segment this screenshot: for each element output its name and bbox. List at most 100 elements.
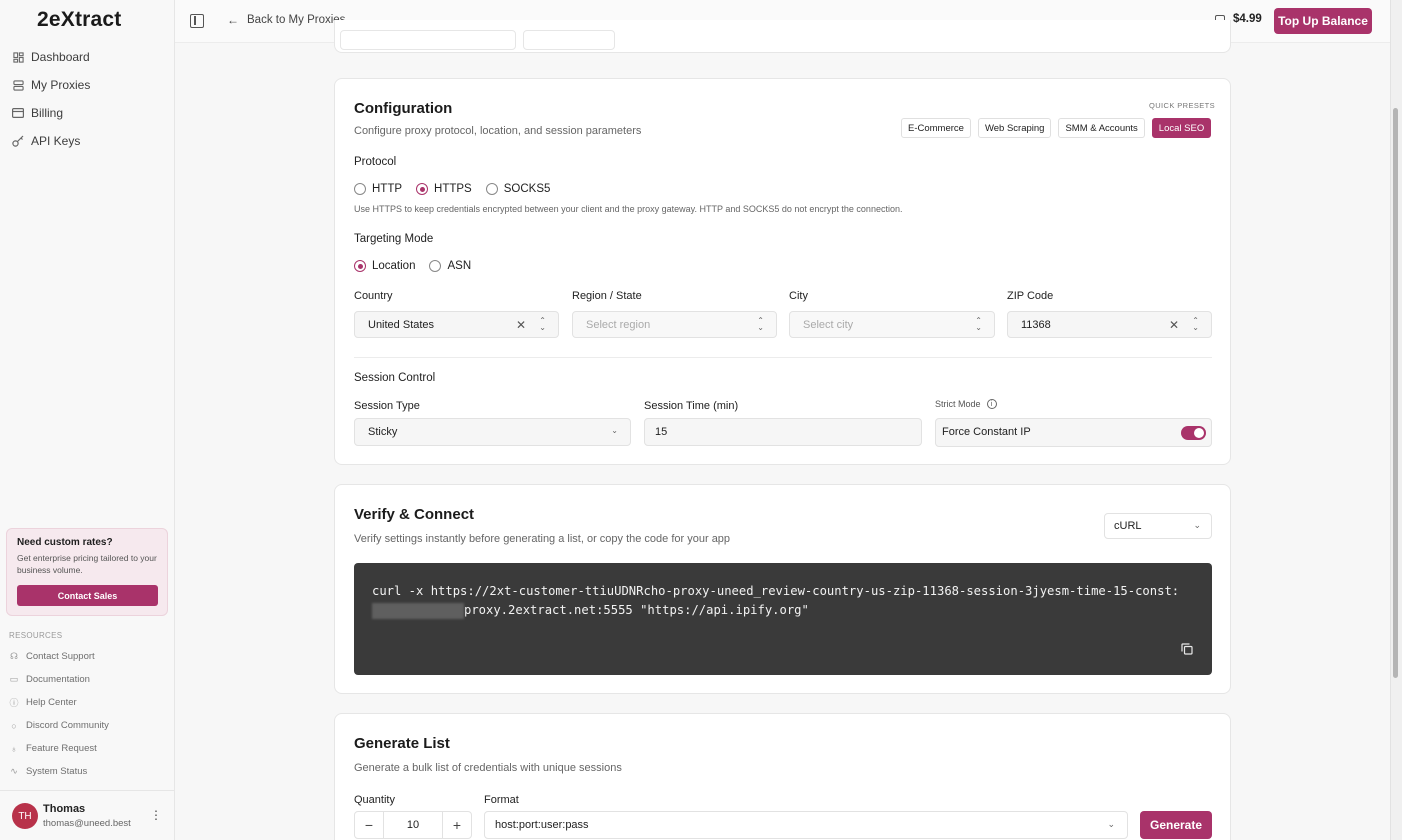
- logo-text: 2eXtract: [37, 8, 122, 31]
- radio-indicator: [485, 183, 498, 195]
- radio-label: SOCKS5: [503, 183, 551, 195]
- quick-presets: E-Commerce Web Scraping SMM & Accounts L…: [901, 118, 1212, 138]
- protocol-https-radio[interactable]: HTTPS: [416, 183, 472, 195]
- region-select[interactable]: Select region ⌃ ⌄: [572, 311, 777, 338]
- resource-label: Help Center: [26, 697, 77, 708]
- resource-discord-community[interactable]: ○ Discord Community: [9, 717, 167, 734]
- code-block: curl -x https://2xt-customer-ttiuUDNRcho…: [354, 563, 1212, 675]
- preset-smm-accounts[interactable]: SMM & Accounts: [1058, 118, 1145, 138]
- quantity-input[interactable]: 10: [383, 812, 443, 838]
- decrement-button[interactable]: −: [355, 812, 383, 838]
- resource-documentation[interactable]: ▭ Documentation: [9, 671, 167, 688]
- resources-list: ☊ Contact Support ▭ Documentation ⓘ Help Ce…: [9, 648, 167, 786]
- logo[interactable]: 2eXtract: [37, 8, 121, 32]
- info-icon[interactable]: i: [986, 399, 997, 409]
- chevrons-up-down-icon: ⌃ ⌄: [975, 316, 982, 332]
- targeting-mode-label: Targeting Mode: [354, 233, 434, 245]
- preset-web-scraping[interactable]: Web Scraping: [977, 118, 1052, 138]
- chevrons-up-down-icon: ⌃ ⌄: [757, 316, 764, 332]
- radio-indicator: [416, 183, 429, 195]
- previous-field: [340, 30, 516, 50]
- chevrons-up-down-icon: ⌃ ⌄: [539, 316, 546, 332]
- sidebar-item-label: Dashboard: [31, 50, 90, 64]
- format-value: host:port:user:pass: [495, 819, 589, 831]
- quick-presets-label: QUICK PRESETS: [1149, 101, 1216, 110]
- resource-help-center[interactable]: ⓘ Help Center: [9, 694, 167, 711]
- resource-label: Discord Community: [26, 720, 109, 731]
- protocol-http-radio[interactable]: HTTP: [354, 183, 402, 195]
- custom-rates-promo: Need custom rates? Get enterprise pricin…: [6, 528, 168, 616]
- protocol-socks5-radio[interactable]: SOCKS5: [485, 183, 551, 195]
- country-select[interactable]: United States ✕ ⌃ ⌄: [354, 311, 559, 338]
- lightbulb-icon: ♁: [10, 743, 18, 754]
- code-language-select[interactable]: cURL ⌄: [1104, 513, 1212, 539]
- targeting-location-radio[interactable]: Location: [354, 260, 415, 272]
- session-type-label: Session Type: [354, 400, 420, 412]
- verify-title: Verify & Connect: [354, 506, 475, 523]
- increment-button[interactable]: +: [443, 812, 471, 838]
- copy-icon[interactable]: [1181, 643, 1193, 655]
- clear-icon[interactable]: ✕: [516, 318, 526, 332]
- clear-icon[interactable]: ✕: [1169, 318, 1179, 332]
- zip-code-value: 11368: [1021, 318, 1051, 331]
- sidebar-toggle-icon[interactable]: [190, 14, 204, 28]
- back-label: Back to My Proxies: [247, 14, 346, 26]
- generate-button[interactable]: Generate: [1140, 811, 1212, 839]
- protocol-hint: Use HTTPS to keep credentials encrypted …: [354, 204, 903, 214]
- protocol-radio-group: HTTP HTTPS SOCKS5: [354, 183, 564, 195]
- session-control-heading: Session Control: [354, 372, 436, 384]
- configuration-card: Configuration Configure proxy protocol, …: [334, 78, 1231, 465]
- contact-sales-button[interactable]: Contact Sales: [17, 585, 158, 606]
- resources-heading: RESOURCES: [9, 631, 63, 640]
- sidebar-item-api-keys[interactable]: API Keys: [12, 130, 164, 152]
- user-name: Thomas: [43, 803, 86, 815]
- code-part: curl -x https://2xt-customer-ttiuUDNRcho…: [372, 584, 1180, 598]
- more-vertical-icon[interactable]: ⋮: [150, 808, 162, 822]
- force-constant-ip-switch[interactable]: [1181, 426, 1206, 440]
- resource-feature-request[interactable]: ♁ Feature Request: [9, 740, 167, 757]
- country-value: United States: [368, 318, 435, 331]
- radio-label: HTTPS: [434, 183, 472, 195]
- resource-label: System Status: [26, 766, 88, 777]
- resource-contact-support[interactable]: ☊ Contact Support: [9, 648, 167, 665]
- city-select[interactable]: Select city ⌃ ⌄: [789, 311, 995, 338]
- arrow-left-icon: ←: [227, 13, 239, 27]
- chat-icon: ○: [11, 720, 17, 731]
- preset-e-commerce[interactable]: E-Commerce: [901, 118, 971, 138]
- radio-indicator: [354, 260, 366, 272]
- session-type-select[interactable]: Sticky ⌄: [354, 418, 631, 446]
- divider: [354, 357, 1212, 358]
- targeting-radio-group: Location ASN: [354, 260, 485, 272]
- strict-mode-text: Strict Mode: [935, 399, 981, 409]
- user-profile[interactable]: TH Thomas thomas@uneed.best ⋮: [0, 790, 175, 840]
- code-text[interactable]: curl -x https://2xt-customer-ttiuUDNRcho…: [372, 582, 1194, 620]
- targeting-asn-radio[interactable]: ASN: [429, 260, 471, 272]
- verify-connect-card: Verify & Connect Verify settings instant…: [334, 484, 1231, 694]
- key-icon: [12, 135, 24, 147]
- scrollbar-thumb[interactable]: [1393, 108, 1398, 678]
- chevron-down-icon: ⌄: [1107, 819, 1115, 829]
- chevron-down-icon: ⌄: [611, 426, 618, 435]
- sidebar-item-dashboard[interactable]: Dashboard: [12, 46, 164, 68]
- sidebar-item-label: My Proxies: [31, 78, 91, 92]
- resource-label: Feature Request: [26, 743, 97, 754]
- balance-value: $4.99: [1233, 13, 1262, 25]
- radio-label: Location: [372, 260, 416, 272]
- sidebar-item-billing[interactable]: Billing: [12, 102, 164, 124]
- zip-code-select[interactable]: 11368 ✕ ⌃ ⌄: [1007, 311, 1212, 338]
- generate-title: Generate List: [354, 735, 450, 752]
- user-email: thomas@uneed.best: [43, 818, 131, 829]
- sidebar-nav: Dashboard My Proxies Billing API Keys: [12, 46, 164, 158]
- sidebar-item-my-proxies[interactable]: My Proxies: [12, 74, 164, 96]
- country-label: Country: [354, 290, 393, 302]
- resource-label: Documentation: [26, 674, 90, 685]
- quantity-label: Quantity: [354, 794, 395, 806]
- session-time-input[interactable]: 15: [644, 418, 922, 446]
- resource-system-status[interactable]: ∿ System Status: [9, 763, 167, 780]
- sidebar-item-label: Billing: [31, 106, 64, 120]
- back-link[interactable]: ← Back to My Proxies: [227, 13, 345, 27]
- preset-local-seo[interactable]: Local SEO: [1151, 118, 1212, 138]
- sidebar: 2eXtract Dashboard My Proxies Billing AP…: [0, 0, 175, 840]
- top-up-balance-button[interactable]: Top Up Balance: [1274, 8, 1372, 34]
- format-select[interactable]: host:port:user:pass ⌄: [484, 811, 1128, 839]
